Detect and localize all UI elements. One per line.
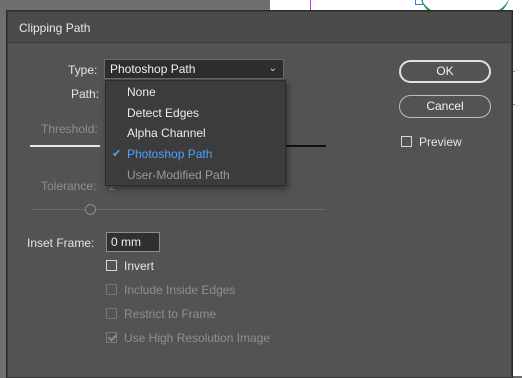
restrict-to-frame-label: Restrict to Frame [124,307,217,321]
dropdown-item-label: Photoshop Path [127,147,213,161]
preview-checkbox[interactable] [401,136,412,147]
tolerance-slider-track[interactable] [32,209,325,210]
restrict-to-frame-checkbox[interactable] [106,308,117,319]
include-inside-edges-label: Include Inside Edges [124,283,236,297]
dropdown-item-alpha-channel[interactable]: Alpha Channel [106,123,285,143]
type-dropdown-menu: None Detect Edges Alpha Channel ✔ Photos… [105,80,286,186]
path-label: Path: [71,87,100,101]
dialog-titlebar[interactable]: Clipping Path [8,12,511,43]
inset-frame-label: Inset Frame: [27,236,95,250]
preview-label[interactable]: Preview [419,135,462,149]
dropdown-item-none[interactable]: None [106,82,285,102]
dropdown-item-user-modified-path[interactable]: User-Modified Path [106,165,285,185]
threshold-label: Threshold: [41,122,98,136]
checkmark-icon: ✔ [112,148,122,160]
clipping-path-dialog: Clipping Path Type: Photoshop Path ⌄ Pat… [7,11,512,378]
inset-frame-input[interactable]: 0 mm [106,232,160,252]
use-high-resolution-label: Use High Resolution Image [124,331,271,345]
type-select-value: Photoshop Path [110,62,196,76]
threshold-slider-track-left[interactable] [30,145,100,147]
dropdown-item-photoshop-path[interactable]: ✔ Photoshop Path [106,144,285,164]
dropdown-item-detect-edges[interactable]: Detect Edges [106,103,285,123]
ok-button[interactable]: OK [399,60,491,83]
tolerance-label: Tolerance: [41,179,97,193]
type-label: Type: [68,63,98,77]
use-high-resolution-checkbox[interactable] [106,332,117,343]
tolerance-slider-thumb[interactable] [85,204,96,215]
dialog-title: Clipping Path [19,21,91,35]
chevron-down-icon: ⌄ [268,63,277,74]
invert-checkbox[interactable] [106,260,117,271]
threshold-slider-track-right[interactable] [283,145,326,147]
cancel-button[interactable]: Cancel [399,95,491,118]
type-select[interactable]: Photoshop Path ⌄ [104,59,284,79]
invert-label[interactable]: Invert [124,259,154,273]
include-inside-edges-checkbox[interactable] [106,284,117,295]
